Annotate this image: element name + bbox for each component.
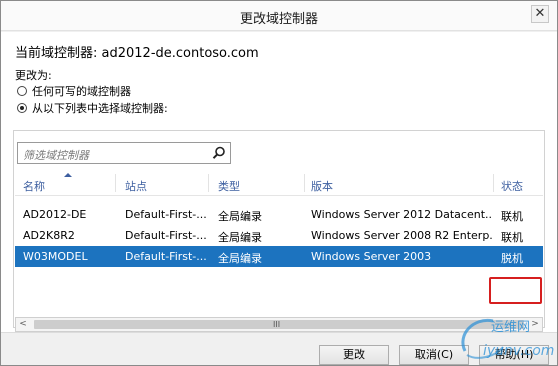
cell-status: 脱机 (501, 252, 523, 265)
column-header-version[interactable]: 版本 (311, 178, 333, 194)
column-header-type[interactable]: 类型 (218, 178, 240, 194)
cell-type: 全局编录 (218, 210, 262, 223)
cell-site: Default-First-... (125, 229, 207, 242)
option-any-writable-label: 任何可写的域控制器 (32, 85, 131, 98)
sort-ascending-icon (64, 173, 72, 177)
cell-version: Windows Server 2008 R2 Enterp... (311, 229, 493, 242)
column-separator[interactable] (115, 174, 116, 192)
table-row[interactable]: AD2K8R2 Default-First-... 全局编录 Windows S… (15, 225, 543, 246)
offline-status-highlight (489, 277, 542, 304)
scrollbar-thumb[interactable]: III (34, 320, 524, 329)
radio-any-writable[interactable] (17, 86, 27, 96)
watermark-logo: 运维网 iyunv.com (461, 318, 554, 359)
filter-input[interactable]: 筛选域控制器 (17, 142, 231, 164)
table-row[interactable]: AD2012-DE Default-First-... 全局编录 Windows… (15, 204, 543, 225)
option-choose-from-list[interactable]: 从以下列表中选择域控制器: (17, 100, 168, 116)
cell-version: Windows Server 2012 Datacent... (311, 208, 493, 221)
cell-version: Windows Server 2003 (311, 250, 432, 263)
radio-choose-from-list[interactable] (17, 103, 27, 113)
cell-type: 全局编录 (218, 252, 262, 265)
cell-name: AD2012-DE (23, 208, 87, 221)
cell-name: W03MODEL (23, 250, 88, 263)
table-row-selected[interactable]: W03MODEL Default-First-... 全局编录 Windows … (15, 246, 543, 267)
column-header-site[interactable]: 站点 (125, 178, 147, 194)
cell-site: Default-First-... (125, 208, 207, 221)
option-any-writable[interactable]: 任何可写的域控制器 (17, 83, 131, 99)
filter-placeholder: 筛选域控制器 (23, 149, 89, 162)
cell-type: 全局编录 (218, 231, 262, 244)
dc-table: 名称 站点 类型 版本 状态 AD2012-DE Default-First-.… (15, 170, 543, 267)
search-icon[interactable] (211, 145, 227, 161)
column-header-status[interactable]: 状态 (501, 178, 523, 194)
column-header-name[interactable]: 名称 (23, 178, 45, 194)
dialog-body: 当前域控制器: ad2012-de.contoso.com 更改为: 任何可写的… (1, 32, 557, 332)
current-dc-label: 当前域控制器: ad2012-de.contoso.com (15, 46, 259, 61)
cell-status: 联机 (501, 210, 523, 223)
cell-site: Default-First-... (125, 250, 207, 263)
change-to-label: 更改为: (15, 69, 52, 82)
watermark-line2: iyunv.com (483, 343, 554, 359)
title-bar: 更改域控制器 ✕ (1, 1, 557, 31)
change-button[interactable]: 更改 (319, 345, 389, 365)
close-button[interactable]: ✕ (531, 5, 549, 23)
option-choose-from-list-label: 从以下列表中选择域控制器: (32, 102, 168, 115)
scroll-left-arrow[interactable]: < (16, 318, 30, 331)
column-separator[interactable] (208, 174, 209, 192)
column-separator[interactable] (493, 174, 494, 192)
watermark-line1: 运维网 (491, 320, 530, 335)
scrollbar-grip-icon: III (273, 320, 281, 329)
cell-status: 联机 (501, 231, 523, 244)
cell-name: AD2K8R2 (23, 229, 75, 242)
dialog-title: 更改域控制器 (239, 12, 318, 27)
column-separator[interactable] (304, 174, 305, 192)
change-dc-dialog: 更改域控制器 ✕ 当前域控制器: ad2012-de.contoso.com 更… (0, 0, 558, 366)
table-header: 名称 站点 类型 版本 状态 (15, 170, 543, 196)
